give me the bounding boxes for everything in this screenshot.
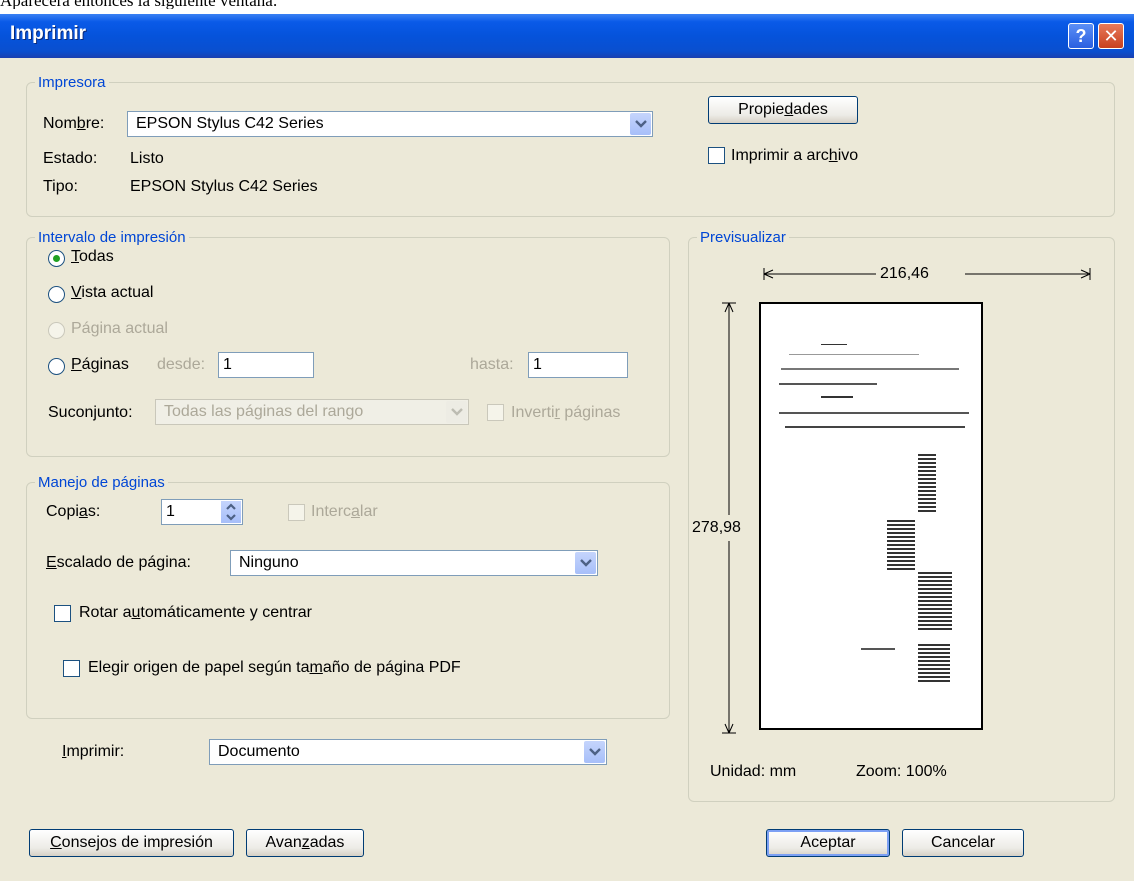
subset-label: Suconjunto:	[48, 404, 133, 421]
printer-type-value: EPSON Stylus C42 Series	[130, 178, 318, 195]
pages-from-label: desde:	[157, 356, 206, 373]
chevron-down-icon[interactable]	[630, 113, 651, 135]
print-what-label: Imprimir:	[62, 743, 125, 760]
range-group-legend: Intervalo de impresión	[38, 229, 186, 246]
paper-source-checkbox[interactable]	[63, 660, 80, 677]
help-button[interactable]: ?	[1068, 23, 1094, 49]
page-caption: Aparecerá entonces la siguiente ventana:	[0, 0, 278, 9]
print-to-file-label: Imprimir a archivo	[731, 147, 859, 164]
preview-content-mark	[887, 520, 915, 572]
preview-height-value: 278,98	[692, 519, 741, 536]
radio-current-view[interactable]	[48, 286, 65, 303]
radio-all-label: Todas	[71, 248, 114, 265]
print-dialog: Imprimir ? ✕ Impresora Nombre: EPSON Sty…	[0, 14, 1134, 881]
ok-button[interactable]: Aceptar	[766, 829, 890, 857]
preview-content-mark	[779, 412, 969, 414]
pages-to-label: hasta:	[470, 356, 514, 373]
preview-legend: Previsualizar	[700, 229, 786, 246]
printer-name-value: EPSON Stylus C42 Series	[136, 115, 324, 132]
title-bar[interactable]: Imprimir ? ✕	[0, 14, 1134, 58]
width-dimension-line	[763, 268, 1091, 280]
printer-status-value: Listo	[130, 150, 164, 167]
help-icon: ?	[1075, 25, 1087, 46]
copies-stepper[interactable]: 1	[161, 499, 243, 525]
chevron-down-icon[interactable]	[575, 552, 596, 574]
radio-pages[interactable]	[48, 358, 65, 375]
preview-zoom: Zoom: 100%	[856, 763, 947, 780]
spinner-arrows-icon[interactable]	[221, 501, 241, 523]
print-tips-button[interactable]: Consejos de impresión	[29, 829, 234, 857]
radio-all[interactable]	[48, 250, 65, 267]
radio-current-view-label: Vista actual	[71, 284, 154, 301]
preview-width-value: 216,46	[880, 265, 929, 282]
preview-content-mark	[918, 572, 952, 630]
close-icon: ✕	[1103, 25, 1119, 46]
preview-content-mark	[918, 454, 936, 514]
subset-value: Todas las páginas del rango	[164, 403, 364, 420]
preview-content-mark	[821, 396, 853, 398]
scaling-select[interactable]: Ninguno	[230, 550, 598, 576]
print-what-select[interactable]: Documento	[209, 739, 607, 765]
printer-status-label: Estado:	[43, 150, 98, 167]
preview-page-thumbnail	[759, 302, 983, 730]
radio-current-page	[48, 322, 65, 339]
preview-content-mark	[789, 354, 919, 355]
print-what-value: Documento	[218, 743, 300, 760]
page-handling-legend: Manejo de páginas	[38, 474, 165, 491]
preview-content-mark	[781, 368, 959, 370]
chevron-down-icon	[446, 401, 467, 423]
preview-content-mark	[861, 648, 895, 650]
cancel-button[interactable]: Cancelar	[902, 829, 1024, 857]
preview-content-mark	[785, 426, 965, 428]
printer-name-label: Nombre:	[43, 115, 105, 132]
reverse-pages-checkbox	[487, 404, 504, 421]
preview-content-mark	[821, 344, 847, 345]
scaling-label: Escalado de página:	[46, 554, 191, 571]
subset-select: Todas las páginas del rango	[155, 399, 469, 425]
radio-current-page-label: Página actual	[71, 320, 168, 337]
printer-group-legend: Impresora	[38, 74, 106, 91]
preview-unit: Unidad: mm	[710, 763, 797, 780]
printer-name-select[interactable]: EPSON Stylus C42 Series	[127, 111, 653, 137]
copies-label: Copias:	[46, 503, 101, 520]
preview-content-mark	[918, 644, 950, 682]
advanced-button[interactable]: Avan z adas	[246, 829, 364, 857]
auto-rotate-label: Rotar automáticamente y centrar	[79, 604, 312, 621]
auto-rotate-checkbox[interactable]	[54, 605, 71, 622]
radio-pages-label: Páginas	[71, 356, 129, 373]
dialog-title: Imprimir	[10, 23, 87, 44]
pages-to-input[interactable]: 1	[528, 352, 628, 378]
scaling-value: Ninguno	[239, 554, 299, 571]
properties-button[interactable]: Propie d ades	[708, 96, 858, 124]
preview-content-mark	[779, 383, 877, 385]
radio-selected-dot	[53, 255, 60, 262]
paper-source-label: Elegir origen de papel según tamaño de p…	[88, 659, 461, 676]
reverse-pages-label: Invertir páginas	[511, 404, 621, 421]
collate-label: Intercalar	[311, 503, 378, 520]
close-button[interactable]: ✕	[1098, 23, 1124, 49]
chevron-down-icon[interactable]	[584, 741, 605, 763]
printer-type-label: Tipo:	[43, 178, 78, 195]
print-to-file-checkbox[interactable]	[708, 147, 725, 164]
pages-from-input[interactable]: 1	[218, 352, 314, 378]
collate-checkbox	[288, 504, 305, 521]
